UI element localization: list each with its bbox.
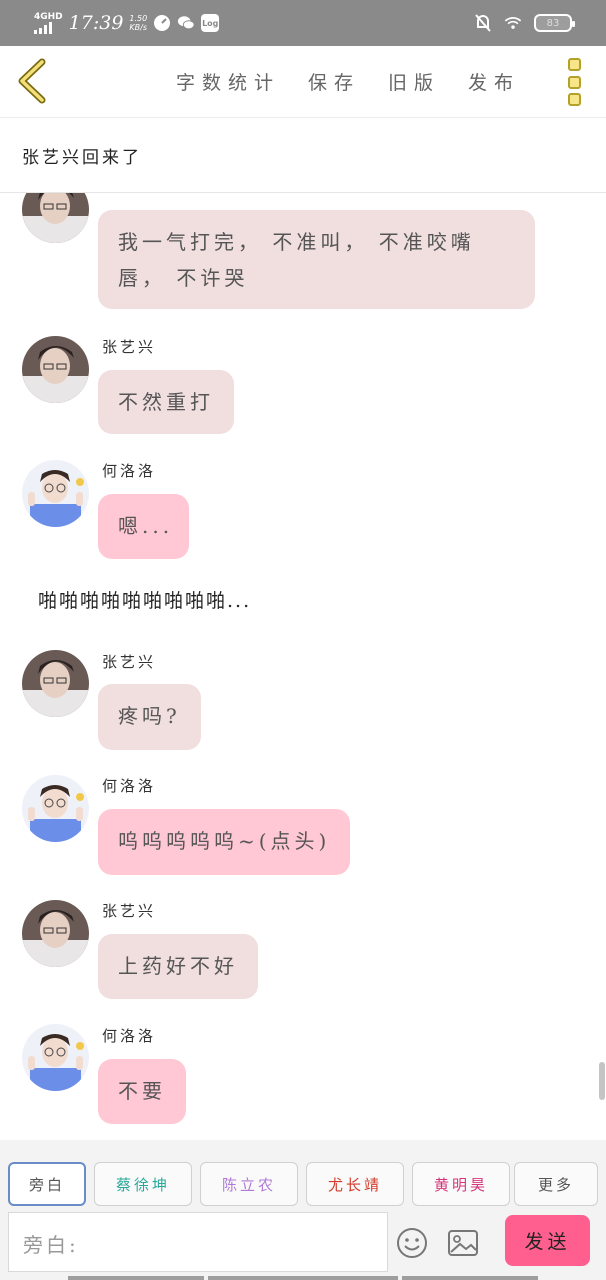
word-count-button[interactable]: 字数统计 <box>176 68 280 95</box>
message-line: 我一气打完， 不准叫， 不准咬嘴 <box>118 230 475 254</box>
avatar-he[interactable] <box>22 1024 89 1091</box>
log-icon: Log <box>201 14 220 32</box>
nav-bar-segment <box>208 1276 398 1280</box>
status-bar: 4GHD 17:39 1.50 KB/s Log 83 <box>0 0 606 46</box>
battery-level: 83 <box>546 17 560 29</box>
message-line: 疼吗? <box>118 704 181 728</box>
smiley-icon <box>397 1228 427 1258</box>
message-bubble: 不然重打 <box>98 370 234 434</box>
message-input[interactable]: 旁白: <box>8 1212 388 1272</box>
speedometer-icon <box>153 14 171 32</box>
signal-icon: 4GHD <box>34 11 63 34</box>
emoji-button[interactable] <box>396 1227 428 1259</box>
character-chip-you[interactable]: 尤长靖 <box>306 1162 404 1206</box>
send-button[interactable]: 发送 <box>505 1215 590 1266</box>
message-bubble: 不要 <box>98 1059 186 1124</box>
message-bubble: 嗯... <box>98 494 190 559</box>
story-title-bar[interactable]: 张艺兴回来了 <box>0 119 606 193</box>
nav-bar-segment <box>402 1276 538 1280</box>
message-bubble: 我一气打完， 不准叫， 不准咬嘴 唇， 不许哭 <box>98 210 535 309</box>
status-right: 83 <box>474 10 575 36</box>
sender-name: 何洛洛 <box>102 777 157 795</box>
old-version-button[interactable]: 旧版 <box>388 68 440 95</box>
avatar-he[interactable] <box>22 460 89 527</box>
character-selector: 旁白 蔡徐坤 陈立农 尤长靖 黄明昊 更多 <box>0 1162 606 1206</box>
sender-name: 何洛洛 <box>102 1027 157 1045</box>
scrollbar-thumb[interactable] <box>599 1062 605 1100</box>
image-button[interactable] <box>447 1228 479 1258</box>
speed-value: 1.50 <box>129 14 148 23</box>
wifi-icon <box>504 14 522 32</box>
character-chip-huang[interactable]: 黄明昊 <box>412 1162 510 1206</box>
status-time: 17:39 <box>68 12 124 34</box>
sender-name: 张艺兴 <box>102 653 157 671</box>
chat-area[interactable]: 我一气打完， 不准叫， 不准咬嘴 唇， 不许哭 张艺兴 不然重打 何洛洛 嗯..… <box>0 150 606 1140</box>
message-line: 不然重打 <box>118 390 214 414</box>
save-button[interactable]: 保存 <box>308 68 360 95</box>
character-chip-cai[interactable]: 蔡徐坤 <box>94 1162 192 1206</box>
message-line: 唇， 不许哭 <box>118 266 249 290</box>
sender-name: 何洛洛 <box>102 462 157 480</box>
image-icon <box>448 1230 478 1256</box>
avatar-zhang[interactable] <box>22 650 89 717</box>
sender-name: 张艺兴 <box>102 902 157 920</box>
composer-panel: 旁白 蔡徐坤 陈立农 尤长靖 黄明昊 更多 旁白: 发送 <box>0 1140 606 1280</box>
speed-unit: KB/s <box>129 23 148 32</box>
story-title: 张艺兴回来了 <box>22 148 142 168</box>
message-line: 嗯... <box>118 514 174 538</box>
sender-name: 张艺兴 <box>102 338 157 356</box>
message-bubble: 呜呜呜呜呜~(点头) <box>98 809 351 875</box>
message-bubble: 上药好不好 <box>98 934 258 999</box>
editor-toolbar: 字数统计 保存 旧版 发布 <box>0 46 606 118</box>
network-type: 4GHD <box>34 11 63 22</box>
message-line: 不要 <box>118 1079 166 1103</box>
narration-text: 啪啪啪啪啪啪啪啪啪... <box>38 590 252 612</box>
message-line: 呜呜呜呜呜~(点头) <box>118 829 331 853</box>
chevron-left-icon <box>18 58 46 104</box>
nav-bar-segment <box>68 1276 204 1280</box>
message-line: 上药好不好 <box>118 954 238 978</box>
avatar-zhang[interactable] <box>22 900 89 967</box>
avatar-he[interactable] <box>22 775 89 842</box>
character-chip-narrator[interactable]: 旁白 <box>8 1162 86 1206</box>
network-speed: 1.50 KB/s <box>129 14 147 32</box>
mute-bell-icon <box>474 14 492 32</box>
avatar-zhang[interactable] <box>22 336 89 403</box>
back-button[interactable] <box>14 58 50 104</box>
toolbar-actions: 字数统计 保存 旧版 发布 <box>176 64 548 98</box>
wechat-icon <box>177 14 195 32</box>
publish-button[interactable]: 发布 <box>468 68 520 95</box>
message-input-placeholder: 旁白: <box>23 1233 79 1257</box>
message-bubble: 疼吗? <box>98 684 201 750</box>
more-vertical-icon[interactable] <box>563 58 585 106</box>
character-chip-chen[interactable]: 陈立农 <box>200 1162 298 1206</box>
battery-icon: 83 <box>534 14 575 32</box>
status-left: 4GHD 17:39 1.50 KB/s Log <box>34 8 220 38</box>
more-characters-button[interactable]: 更多 <box>514 1162 598 1206</box>
